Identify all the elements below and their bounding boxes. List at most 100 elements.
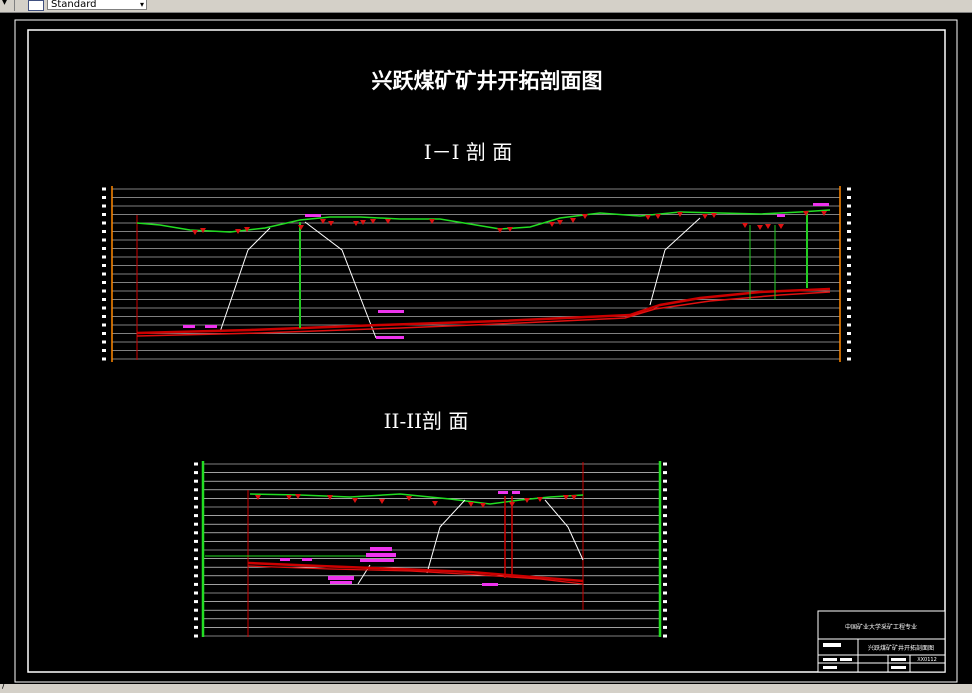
section1-tick xyxy=(847,315,851,318)
section1-tick xyxy=(102,332,106,335)
section2-tick xyxy=(663,462,667,466)
section1-tick xyxy=(102,187,106,191)
section1-tick xyxy=(847,306,851,310)
section2-tick xyxy=(194,591,198,595)
section2-tick xyxy=(663,522,667,526)
chevron-down-icon[interactable]: ▾ xyxy=(140,0,144,9)
section1-tick xyxy=(102,306,106,310)
section2-tick xyxy=(194,625,198,629)
section1-tick xyxy=(847,340,851,344)
section2-tick xyxy=(194,531,198,535)
section2-tick xyxy=(194,582,198,586)
section2-tick xyxy=(663,608,667,612)
section2-tick xyxy=(194,505,198,509)
section2-tick xyxy=(663,496,667,500)
section1-tick xyxy=(847,187,851,191)
section2-tick xyxy=(663,471,667,475)
section1-tick xyxy=(847,289,851,293)
section2-tick xyxy=(194,471,198,475)
status-glyph: / xyxy=(2,681,6,691)
section2-tick xyxy=(194,634,198,638)
section1-tick xyxy=(847,298,851,301)
section2-tick xyxy=(194,600,198,604)
status-bar: / xyxy=(0,681,972,693)
section1-tick xyxy=(102,357,106,361)
section2-tick xyxy=(194,557,198,561)
section1-tick xyxy=(847,238,851,242)
section1-tick xyxy=(102,255,106,259)
section2-tick xyxy=(663,488,667,492)
title-block-school: 中国矿业大学采矿工程专业 xyxy=(845,623,917,631)
section2-tick xyxy=(194,608,198,612)
section1-tick xyxy=(102,213,106,216)
section2-tick xyxy=(194,462,198,466)
section1-tick xyxy=(847,349,851,352)
section1-tick xyxy=(847,332,851,335)
section2-tick xyxy=(663,634,667,638)
section1-tick xyxy=(102,221,106,225)
drawing-canvas[interactable]: 兴跃煤矿矿井开拓剖面图 I－I 剖 面 II-II剖 面 中国矿业大学采矿工程专… xyxy=(0,13,972,684)
text-style-select[interactable]: Standard ▾ xyxy=(47,0,147,10)
toolbar-separator xyxy=(14,0,15,11)
section2-tick xyxy=(663,617,667,621)
text-style-value: Standard xyxy=(51,0,97,10)
section2-tick xyxy=(663,514,667,518)
section2-tick xyxy=(663,539,667,543)
section2-tick xyxy=(194,479,198,483)
drawing-title: 兴跃煤矿矿井开拓剖面图 xyxy=(372,69,603,93)
section2-tick xyxy=(663,548,667,552)
section2-tick xyxy=(194,488,198,492)
section1-tick xyxy=(102,289,106,293)
section2-grid xyxy=(203,463,660,637)
section1-tick xyxy=(102,281,106,284)
section1-tick xyxy=(847,264,851,267)
title-block-code: XX0112 xyxy=(917,657,937,663)
section1-tick xyxy=(847,196,851,199)
section1-tick xyxy=(847,323,851,327)
section2-tick xyxy=(663,600,667,604)
section1-label: I－I 剖 面 xyxy=(424,140,513,164)
section2-tick xyxy=(663,574,667,578)
section1-tick xyxy=(847,255,851,259)
toolbar: ▾ Standard ▾ xyxy=(0,0,972,13)
section1-tick xyxy=(102,230,106,233)
section1-tick xyxy=(102,247,106,250)
section1-tick xyxy=(847,281,851,284)
section1-tick xyxy=(102,298,106,301)
section2-tick xyxy=(194,617,198,621)
section1-tick xyxy=(847,247,851,250)
section1-tick xyxy=(102,323,106,327)
section2-tick xyxy=(663,591,667,595)
section1-tick xyxy=(102,196,106,199)
section1-tick xyxy=(102,315,106,318)
title-block-drawing-name: 兴跃煤矿矿井开拓剖面图 xyxy=(868,644,934,652)
section2-label: II-II剖 面 xyxy=(384,409,469,433)
section1-tick xyxy=(102,204,106,208)
section1-tick xyxy=(847,272,851,276)
section1-tick xyxy=(847,357,851,361)
section1-tick xyxy=(102,238,106,242)
section2-tick xyxy=(194,574,198,578)
section2-tick xyxy=(194,539,198,543)
section1-tick xyxy=(847,230,851,233)
section2-tick xyxy=(194,548,198,552)
text-style-icon[interactable] xyxy=(28,0,44,11)
section1-tick xyxy=(847,204,851,208)
section1-tick xyxy=(102,272,106,276)
section2-tick xyxy=(663,531,667,535)
section1-tick xyxy=(847,221,851,225)
section2-tick xyxy=(663,565,667,569)
section2-tick xyxy=(663,625,667,629)
section2-tick xyxy=(663,479,667,483)
section2-tick xyxy=(663,505,667,509)
section2-tick xyxy=(663,582,667,586)
section2-tick xyxy=(194,496,198,500)
section1-tick xyxy=(102,349,106,352)
dropdown-arrow-icon[interactable]: ▾ xyxy=(2,0,7,8)
section1-tick xyxy=(847,213,851,216)
section1-tick xyxy=(102,340,106,344)
section1-tick xyxy=(102,264,106,267)
section2-tick xyxy=(194,514,198,518)
section2-tick xyxy=(663,557,667,561)
section2-tick xyxy=(194,522,198,526)
